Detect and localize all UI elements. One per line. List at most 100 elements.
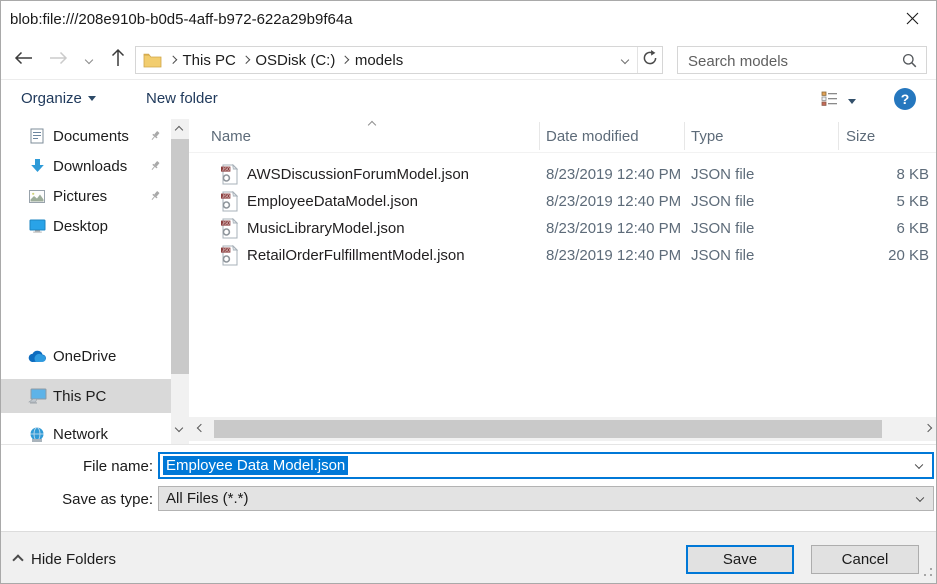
file-name-form: File name: Employee Data Model.json Save… [1, 444, 936, 531]
desktop-icon [27, 219, 47, 233]
file-size: 8 KB [838, 166, 929, 183]
svg-text:JSON: JSON [222, 221, 233, 226]
column-header-size[interactable]: Size [846, 128, 875, 145]
sidebar-item-label: Desktop [53, 218, 108, 235]
column-divider[interactable] [539, 122, 540, 150]
file-name: MusicLibraryModel.json [247, 220, 405, 237]
address-bar[interactable]: This PC OSDisk (C:) models [135, 46, 663, 74]
window-title: blob:file:///208e910b-b0d5-4aff-b972-622… [10, 11, 353, 28]
save-button-label: Save [723, 551, 757, 568]
breadcrumb-this-pc[interactable]: This PC [176, 52, 243, 69]
sidebar-item-pictures[interactable]: Pictures [1, 181, 171, 211]
hide-folders-button[interactable]: Hide Folders [14, 551, 116, 568]
file-name-input[interactable]: Employee Data Model.json [158, 452, 934, 479]
document-icon [27, 128, 47, 144]
forward-button[interactable] [45, 50, 71, 70]
file-list: Name Date modified Type Size JSON [189, 119, 936, 444]
file-name: AWSDiscussionForumModel.json [247, 166, 469, 183]
file-row[interactable]: JSON RetailOrderFulfillmentModel.json 8/… [189, 242, 929, 269]
chevron-down-icon[interactable] [915, 460, 923, 468]
chevron-down-icon [621, 56, 629, 64]
scroll-right-icon[interactable] [924, 424, 932, 432]
sidebar-item-network[interactable]: Network [1, 419, 171, 444]
save-file-dialog: blob:file:///208e910b-b0d5-4aff-b972-622… [0, 0, 937, 584]
back-arrow-icon [14, 51, 33, 70]
column-header-type[interactable]: Type [691, 128, 724, 145]
save-as-type-select[interactable]: All Files (*.*) [158, 486, 934, 511]
help-button[interactable]: ? [894, 88, 916, 110]
save-as-type-value: All Files (*.*) [166, 490, 249, 507]
search-input[interactable] [686, 49, 895, 73]
scrollbar-thumb[interactable] [214, 420, 882, 438]
chevron-down-icon[interactable] [916, 493, 924, 501]
file-row[interactable]: JSON EmployeeDataModel.json 8/23/2019 12… [189, 188, 929, 215]
cancel-button[interactable]: Cancel [811, 545, 919, 574]
file-size: 6 KB [838, 220, 929, 237]
file-row[interactable]: JSON MusicLibraryModel.json 8/23/2019 12… [189, 215, 929, 242]
refresh-icon [642, 50, 658, 71]
chevron-down-icon [85, 56, 93, 64]
sidebar-item-label: OneDrive [53, 348, 116, 365]
view-mode-button[interactable] [821, 91, 838, 111]
details-view-icon [821, 93, 838, 110]
back-button[interactable] [10, 50, 36, 70]
organize-label: Organize [21, 90, 82, 107]
address-dropdown-button[interactable] [613, 47, 637, 73]
breadcrumb-models[interactable]: models [348, 52, 410, 69]
json-file-icon: JSON [221, 245, 238, 271]
file-date-modified: 8/23/2019 12:40 PM [546, 166, 681, 183]
file-name-selected-text: Employee Data Model.json [163, 456, 348, 475]
up-button[interactable] [105, 50, 131, 70]
json-file-icon: JSON [221, 218, 238, 244]
navigation-pane: Documents Downloads [1, 119, 171, 444]
sidebar-scrollbar[interactable] [171, 119, 189, 444]
scroll-up-icon[interactable] [175, 126, 183, 134]
file-type: JSON file [691, 166, 754, 183]
file-list-horizontal-scrollbar[interactable] [189, 417, 936, 441]
scroll-left-icon[interactable] [197, 424, 205, 432]
search-icon[interactable] [902, 53, 917, 73]
file-row[interactable]: JSON AWSDiscussionForumModel.json 8/23/2… [189, 161, 929, 188]
close-icon [906, 12, 919, 30]
download-arrow-icon [27, 158, 47, 174]
save-button[interactable]: Save [686, 545, 794, 574]
file-name: EmployeeDataModel.json [247, 193, 418, 210]
sidebar-item-label: Pictures [53, 188, 107, 205]
file-date-modified: 8/23/2019 12:40 PM [546, 220, 681, 237]
main-area: Documents Downloads [1, 119, 936, 444]
file-type: JSON file [691, 247, 754, 264]
this-pc-monitor-icon [27, 388, 47, 404]
column-divider[interactable] [684, 122, 685, 150]
sort-ascending-icon [368, 121, 376, 129]
sidebar-item-downloads[interactable]: Downloads [1, 151, 171, 181]
sidebar-item-documents[interactable]: Documents [1, 121, 171, 151]
navigation-bar: This PC OSDisk (C:) models [1, 41, 936, 79]
dialog-footer: Hide Folders Save Cancel [1, 531, 936, 584]
organize-menu-button[interactable]: Organize [21, 90, 96, 107]
view-mode-caret-icon[interactable] [848, 99, 856, 104]
sidebar-item-desktop[interactable]: Desktop [1, 211, 171, 241]
resize-grip[interactable] [922, 564, 933, 582]
sidebar-item-this-pc[interactable]: This PC [1, 379, 171, 413]
column-header-name[interactable]: Name [211, 128, 251, 145]
refresh-button[interactable] [637, 47, 662, 73]
file-size: 5 KB [838, 193, 929, 210]
sidebar-item-onedrive[interactable]: OneDrive [1, 341, 171, 371]
file-name-label: File name: [1, 458, 153, 475]
column-header-date-modified[interactable]: Date modified [546, 128, 639, 145]
file-type: JSON file [691, 193, 754, 210]
scroll-down-icon[interactable] [175, 424, 183, 432]
cancel-button-label: Cancel [842, 551, 889, 568]
file-name: RetailOrderFulfillmentModel.json [247, 247, 465, 264]
list-header: Name Date modified Type Size [189, 119, 936, 153]
breadcrumb-osdisk[interactable]: OSDisk (C:) [248, 52, 342, 69]
json-file-icon: JSON [221, 164, 238, 190]
new-folder-button[interactable]: New folder [146, 90, 218, 107]
onedrive-cloud-icon [27, 350, 47, 363]
close-button[interactable] [898, 8, 926, 34]
column-divider[interactable] [838, 122, 839, 150]
title-bar: blob:file:///208e910b-b0d5-4aff-b972-622… [1, 1, 936, 41]
command-toolbar: Organize New folder [1, 79, 936, 119]
recent-locations-button[interactable] [81, 50, 97, 70]
scrollbar-thumb[interactable] [171, 139, 189, 374]
